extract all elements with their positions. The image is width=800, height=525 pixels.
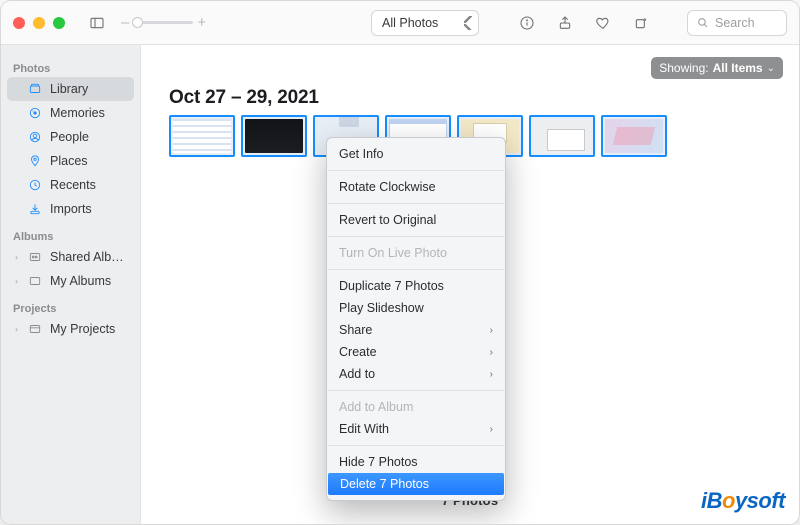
menu-item-delete[interactable]: Delete 7 Photos [328, 473, 504, 495]
sidebar-item-recents[interactable]: Recents [7, 173, 134, 197]
sidebar-section-projects: Projects [7, 293, 134, 317]
search-placeholder: Search [715, 16, 755, 30]
menu-separator [328, 236, 504, 237]
close-window-button[interactable] [13, 17, 25, 29]
thumbnail-zoom-slider[interactable]: – + [121, 14, 206, 31]
minimize-window-button[interactable] [33, 17, 45, 29]
view-filter-popup[interactable]: All Photos [371, 10, 479, 36]
submenu-arrow-icon: › [490, 347, 493, 358]
menu-item-revert[interactable]: Revert to Original [327, 209, 505, 231]
people-icon [27, 129, 43, 145]
menu-item-hide[interactable]: Hide 7 Photos [327, 451, 505, 473]
photo-thumbnail[interactable] [241, 115, 307, 157]
context-menu: Get Info Rotate Clockwise Revert to Orig… [326, 137, 506, 501]
watermark: iBoysoft [701, 488, 785, 514]
sidebar-toggle-icon[interactable] [83, 9, 111, 37]
rotate-icon[interactable] [627, 9, 655, 37]
sidebar-item-my-albums[interactable]: › My Albums [7, 269, 134, 293]
menu-item-slideshow[interactable]: Play Slideshow [327, 297, 505, 319]
sidebar-item-my-projects[interactable]: › My Projects [7, 317, 134, 341]
menu-separator [328, 445, 504, 446]
sidebar-item-imports[interactable]: Imports [7, 197, 134, 221]
menu-separator [328, 269, 504, 270]
menu-item-add-to[interactable]: Add to› [327, 363, 505, 385]
fullscreen-window-button[interactable] [53, 17, 65, 29]
places-icon [27, 153, 43, 169]
showing-label: Showing: [659, 61, 708, 75]
menu-item-get-info[interactable]: Get Info [327, 143, 505, 165]
submenu-arrow-icon: › [490, 325, 493, 336]
recents-icon [27, 177, 43, 193]
menu-item-duplicate[interactable]: Duplicate 7 Photos [327, 275, 505, 297]
memories-icon [27, 105, 43, 121]
submenu-arrow-icon: › [490, 424, 493, 435]
shared-album-icon [27, 249, 43, 265]
view-filter-label: All Photos [382, 16, 438, 30]
menu-item-edit-with[interactable]: Edit With› [327, 418, 505, 440]
window-controls [13, 17, 65, 29]
menu-separator [328, 170, 504, 171]
menu-item-rotate[interactable]: Rotate Clockwise [327, 176, 505, 198]
menu-item-create[interactable]: Create› [327, 341, 505, 363]
search-input[interactable]: Search [687, 10, 787, 36]
showing-value: All Items [713, 61, 763, 75]
chevron-down-icon: ⌄ [767, 63, 775, 74]
menu-separator [328, 390, 504, 391]
imports-icon [27, 201, 43, 217]
menu-item-share[interactable]: Share› [327, 319, 505, 341]
sidebar-item-people[interactable]: People [7, 125, 134, 149]
zoom-in-icon: + [197, 14, 206, 31]
photo-thumbnail[interactable] [529, 115, 595, 157]
titlebar: – + All Photos Search [1, 1, 799, 45]
sidebar-section-photos: Photos [7, 53, 134, 77]
photo-thumbnail[interactable] [169, 115, 235, 157]
showing-filter-pill[interactable]: Showing: All Items ⌄ [651, 57, 783, 79]
sidebar-item-library[interactable]: Library [7, 77, 134, 101]
sidebar: Photos Library Memories People Places Re… [1, 45, 141, 524]
zoom-out-icon: – [121, 14, 129, 31]
sidebar-section-albums: Albums [7, 221, 134, 245]
share-icon[interactable] [551, 9, 579, 37]
projects-icon [27, 321, 43, 337]
library-icon [27, 81, 43, 97]
sidebar-item-memories[interactable]: Memories [7, 101, 134, 125]
sidebar-item-shared-albums[interactable]: › Shared Alb… [7, 245, 134, 269]
info-icon[interactable] [513, 9, 541, 37]
album-icon [27, 273, 43, 289]
app-window: – + All Photos Search Photos Library [0, 0, 800, 525]
menu-item-live-photo: Turn On Live Photo [327, 242, 505, 264]
search-icon [696, 16, 709, 29]
menu-separator [328, 203, 504, 204]
content-area: Showing: All Items ⌄ Oct 27 – 29, 2021 G… [141, 45, 799, 524]
photo-thumbnail[interactable] [601, 115, 667, 157]
sidebar-item-places[interactable]: Places [7, 149, 134, 173]
menu-item-add-to-album: Add to Album [327, 396, 505, 418]
date-header: Oct 27 – 29, 2021 [169, 87, 319, 109]
favorite-icon[interactable] [589, 9, 617, 37]
submenu-arrow-icon: › [490, 369, 493, 380]
